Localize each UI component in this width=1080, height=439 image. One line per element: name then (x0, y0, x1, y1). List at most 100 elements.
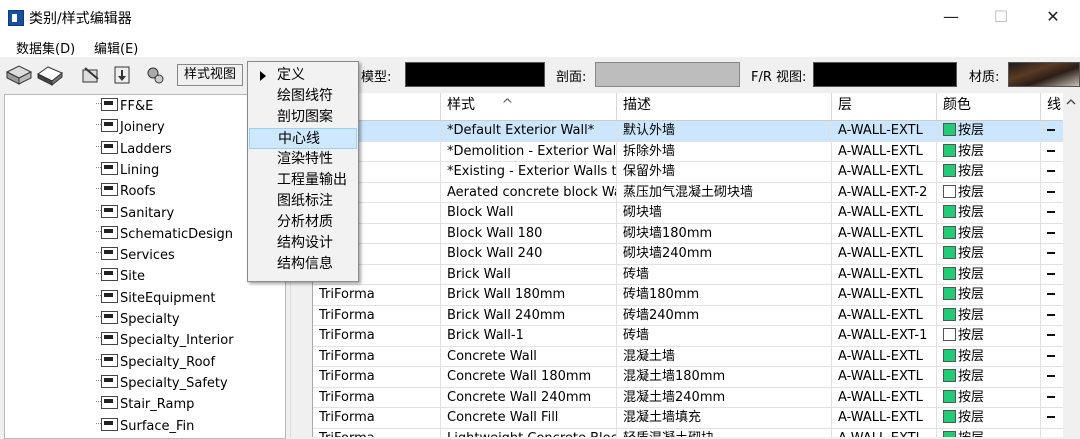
cell-color: 按层 (937, 408, 1041, 428)
section-label: 剖面: (556, 70, 587, 85)
section-field[interactable] (595, 62, 740, 87)
fr-view-field[interactable] (813, 62, 957, 87)
tree-item[interactable]: SchematicDesign (96, 224, 233, 245)
table-row[interactable]: naBlock Wall砌块墙A-WALL-EXTL按层 (313, 203, 1080, 224)
tree-item-label: Specialty_Roof (120, 354, 216, 370)
tree-item[interactable]: Specialty (96, 309, 180, 330)
cell-desc: 保留外墙 (617, 162, 832, 182)
cell-color: 按层 (937, 285, 1041, 305)
table-row[interactable]: TriForma Brick Wall 180mm 砖墙180mm A-WALL-EX… (313, 285, 1080, 306)
menu-bar (0, 34, 1080, 57)
table-row[interactable]: TriFormaLightweight Concrete Block...轻质混… (313, 428, 1080, 437)
block-style-icon[interactable] (36, 64, 63, 87)
popup-menu-item-label: 渲染特性 (277, 151, 333, 167)
import-icon[interactable] (112, 64, 134, 86)
table-row[interactable]: na*Default Exterior Wall*默认外墙A-WALL-EXTL… (313, 121, 1080, 142)
header-style-label: 样式 (447, 97, 475, 113)
table-row[interactable]: naBlock Wall 180砌块墙180mmA-WALL-EXTL按层 (313, 223, 1080, 244)
cell-level: A-WALL-EXTL (832, 162, 937, 182)
table-row[interactable]: na*Demolition - Exterior Wall...拆除外墙A-WA… (313, 141, 1080, 162)
table-scrollbar[interactable] (1063, 93, 1080, 437)
cell-color: 按层 (937, 162, 1041, 182)
popup-menu-item[interactable]: 渲染特性 (249, 149, 357, 170)
tree-item[interactable]: Specialty_Safety (96, 373, 228, 394)
popup-menu-item[interactable]: 定义 (249, 65, 357, 86)
popup-menu-item[interactable]: 分析材质 (249, 212, 357, 233)
cell-level: A-WALL-EXTL (832, 244, 937, 264)
cell-desc: 轻质混凝土砌块 (617, 428, 832, 437)
new-style-icon[interactable] (80, 64, 102, 86)
cell-desc: 默认外墙 (617, 121, 832, 141)
header-description[interactable]: 描述 (617, 93, 832, 120)
table-row[interactable]: TriForma Concrete Wall 180mm 混凝土墙180mm A-WA… (313, 367, 1080, 388)
category-icon (96, 396, 118, 410)
popup-menu-item[interactable]: 结构信息 (249, 254, 357, 275)
table-row[interactable]: naBrick Wall砖墙A-WALL-EXTL按层 (313, 264, 1080, 285)
tree-item[interactable]: Specialty_Interior (96, 330, 234, 351)
tree-item[interactable]: Roofs (96, 181, 156, 202)
category-icon (96, 140, 118, 154)
table-row[interactable]: naAerated concrete block Wa...蒸压加气混凝土砌块墙… (313, 182, 1080, 203)
menu-dataset[interactable]: 数据集(D) (16, 38, 75, 57)
menu-edit[interactable]: 编辑(E) (94, 38, 138, 57)
popup-menu-item[interactable]: 中心线 (249, 128, 357, 149)
header-level[interactable]: 层 (832, 93, 937, 120)
cell-style: Concrete Wall Fill (441, 408, 617, 428)
tree-item-label: Specialty (120, 312, 180, 327)
table-row[interactable]: naBlock Wall 240砌块墙240mmA-WALL-EXTL按层 (313, 244, 1080, 265)
cell-desc: 砖墙 (617, 264, 832, 285)
close-button[interactable]: ✕ (1030, 0, 1076, 34)
tree-item-label: FF&E (120, 99, 154, 114)
tree-item[interactable]: Sanitary (96, 203, 174, 224)
tree-item[interactable]: Surface_Fin (96, 416, 194, 437)
table-row[interactable]: TriForma Concrete Wall Fill 混凝土墙填充 A-WALL-E… (313, 408, 1080, 429)
cell-level: A-WALL-EXTL (832, 367, 937, 387)
style-view-button[interactable]: 样式视图 (177, 64, 243, 86)
scroll-up-arrow-icon[interactable] (1063, 95, 1080, 109)
tree-item[interactable]: Ladders (96, 139, 172, 160)
table-row[interactable]: TriForma Brick Wall-1 砖墙 A-WALL-EXT-1 按层 (313, 326, 1080, 347)
cell-desc: 砖墙240mm (617, 305, 832, 326)
header-color[interactable]: 颜色 (937, 93, 1041, 120)
tree-item[interactable]: FF&E (96, 96, 154, 117)
minimize-button[interactable]: — (928, 0, 974, 34)
cell-style: *Demolition - Exterior Wall... (441, 141, 617, 162)
color-label: 按层 (958, 143, 985, 159)
material-swatch[interactable] (1008, 62, 1080, 87)
tree-item[interactable]: Specialty_Roof (96, 352, 216, 373)
table-row[interactable]: TriForma Brick Wall 240mm 砖墙240mm A-WALL-EX… (313, 305, 1080, 326)
color-swatch (943, 328, 956, 341)
cell-level: A-WALL-EXT-2 (832, 182, 937, 203)
tree-item[interactable]: Lining (96, 160, 159, 181)
category-icon (96, 98, 118, 111)
line-style-icon (1047, 149, 1055, 152)
tree-item[interactable]: SiteEquipment (96, 288, 216, 309)
table-row[interactable]: na*Existing - Exterior Walls to...保留外墙A-… (313, 162, 1080, 183)
popup-menu-item[interactable]: 绘图线符 (249, 86, 357, 107)
cell-style: Block Wall (441, 203, 617, 223)
line-style-icon (1047, 416, 1055, 418)
tree-item[interactable]: Stair_Ramp (96, 394, 194, 415)
cell-desc: 砖墙 (617, 326, 832, 346)
color-label: 按层 (958, 164, 985, 179)
settings-gear-icon[interactable] (144, 64, 166, 86)
category-icon (96, 417, 118, 431)
popup-menu-item[interactable]: 工程量输出 (249, 170, 357, 191)
maximize-button[interactable]: ☐ (978, 0, 1024, 34)
wall-category-icon[interactable] (5, 64, 33, 86)
popup-menu-item[interactable]: 剖切图案 (249, 107, 357, 128)
cell-style: *Default Exterior Wall* (441, 121, 617, 141)
tree-item[interactable]: Site (96, 266, 145, 287)
header-style[interactable]: 样式 ^ (441, 93, 617, 120)
tree-item-label: SiteEquipment (120, 290, 216, 306)
tree-item[interactable]: Joinery (96, 117, 165, 138)
tree-item[interactable]: Services (96, 245, 175, 266)
cell-style: Brick Wall-1 (441, 326, 617, 346)
popup-menu-item[interactable]: 图纸标注 (249, 191, 357, 212)
table-row[interactable]: TriForma Concrete Wall 240mm 混凝土墙240mm A-WA… (313, 387, 1080, 408)
material-label: 材质: (969, 70, 1000, 85)
model-field[interactable] (405, 62, 545, 87)
table-row[interactable]: TriForma Concrete Wall 混凝土墙 A-WALL-EXTL 按层 (313, 346, 1080, 367)
popup-menu-item[interactable]: 结构设计 (249, 233, 357, 254)
cell-style: Block Wall 240 (441, 244, 617, 264)
